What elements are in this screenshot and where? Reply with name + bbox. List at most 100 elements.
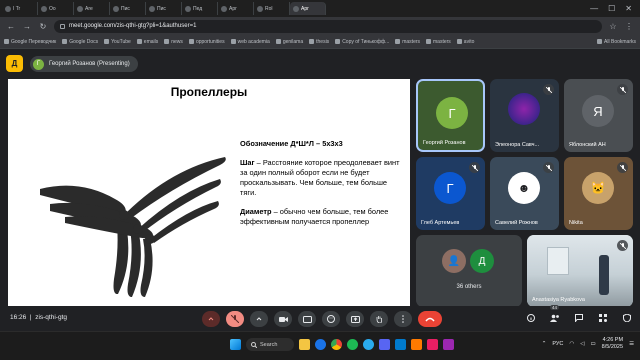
bookmark-item[interactable]: avito [456, 39, 474, 45]
browser-tab[interactable]: Apr [218, 2, 254, 15]
windows-start-icon[interactable] [230, 339, 241, 350]
step-text: – Расстояние которое преодолевает винт з… [240, 158, 400, 197]
bookmark-icon [395, 39, 401, 44]
presenter-label: Георгий Розанов (Presenting) [49, 61, 130, 67]
wifi-icon[interactable]: ◠ [569, 341, 574, 347]
bookmark-item[interactable]: news [164, 39, 183, 45]
reactions-button[interactable] [322, 311, 340, 327]
clock[interactable]: 4:26 PM 8/5/2025 [602, 337, 623, 351]
search-icon [251, 341, 257, 348]
spotify-icon[interactable] [347, 339, 358, 350]
meeting-code: zis-qthi-gtg [35, 314, 67, 321]
slide-title: Пропеллеры [170, 85, 248, 99]
side-panel-controls: 44 [524, 305, 634, 325]
taskbar-search[interactable]: Search [246, 338, 294, 351]
browser-tab[interactable]: Oo [38, 2, 74, 15]
browser-tab[interactable]: I Tr [2, 2, 38, 15]
activities-icon[interactable] [596, 311, 610, 325]
participant-name: Глеб Артемьев [421, 220, 460, 226]
participant-tile[interactable]: Я Яблонский АН [564, 79, 633, 152]
participant-tile[interactable]: Anastasiya Ryabkova [527, 235, 633, 307]
bookmark-icon [104, 39, 110, 44]
present-button[interactable] [346, 311, 364, 327]
chrome-icon[interactable] [331, 339, 342, 350]
info-icon[interactable] [524, 311, 538, 325]
host-controls-icon[interactable] [620, 311, 634, 325]
slide-text: Обозначение Д*Ш*Л – 5х3х3 Шаг – Расстоян… [240, 139, 400, 236]
browser-tab[interactable]: Rol [254, 2, 290, 15]
app-icon[interactable] [379, 339, 390, 350]
bookmark-item[interactable]: YouTube [104, 39, 131, 45]
more-options-button[interactable] [394, 311, 412, 327]
bookmark-item[interactable]: thesis [309, 39, 329, 45]
participant-tile[interactable]: ☻ Савелий Рожнов [490, 157, 559, 230]
maximize-icon[interactable]: ☐ [608, 4, 615, 13]
notification-icon[interactable]: ☰ [629, 341, 634, 347]
file-explorer-icon[interactable] [299, 339, 310, 350]
raise-hand-button[interactable] [370, 311, 388, 327]
participant-tile[interactable]: Г Георгий Розанов [416, 79, 485, 152]
back-icon[interactable]: ← [6, 22, 16, 31]
mic-options-button[interactable] [202, 311, 220, 327]
diameter-term: Диаметр [240, 207, 272, 216]
participant-tile[interactable]: Элеонора Савч... [490, 79, 559, 152]
browser-tab[interactable]: Пед [182, 2, 218, 15]
muted-icon [617, 162, 628, 173]
app-icon[interactable] [443, 339, 454, 350]
tab-favicon-icon [257, 5, 263, 12]
telegram-icon[interactable] [363, 339, 374, 350]
browser-tab[interactable]: Пис [146, 2, 182, 15]
close-icon[interactable]: ✕ [625, 4, 632, 13]
bookmark-item[interactable]: Google Docs [62, 39, 98, 45]
muted-icon [617, 240, 628, 251]
tray-chevron-icon[interactable]: ⌃ [542, 341, 547, 347]
meet-stage: Д Г Георгий Розанов (Presenting) Пропелл… [0, 49, 640, 331]
leave-call-button[interactable] [418, 311, 442, 327]
participant-grid: Г Георгий Розанов Элеонора Савч... Я Ябл… [416, 79, 634, 307]
browser-app-icon[interactable] [315, 339, 326, 350]
camera-options-button[interactable] [250, 311, 268, 327]
captions-button[interactable] [298, 311, 316, 327]
language-indicator[interactable]: РУС [552, 341, 563, 347]
forward-icon[interactable]: → [22, 22, 32, 31]
code-icon[interactable] [395, 339, 406, 350]
bookmark-star-icon[interactable]: ☆ [608, 22, 618, 31]
meet-logo: Д [6, 55, 23, 72]
volume-icon[interactable]: ◁ [580, 341, 584, 347]
browser-tab[interactable]: Apr [290, 2, 326, 15]
browser-tab[interactable]: Пис [110, 2, 146, 15]
site-info-icon[interactable] [60, 23, 65, 29]
battery-icon[interactable]: ▭ [590, 341, 595, 347]
bookmark-item[interactable]: masters [426, 39, 451, 45]
bookmark-item[interactable]: opportunities [188, 39, 225, 45]
participant-tile[interactable]: 🐱 Nikita [564, 157, 633, 230]
chat-icon[interactable] [572, 311, 586, 325]
bookmark-item[interactable]: masters [395, 39, 420, 45]
reload-icon[interactable]: ↻ [38, 22, 48, 31]
participant-tile[interactable]: Г Глеб Артемьев [416, 157, 485, 230]
bookmark-item[interactable]: genilama [275, 39, 303, 45]
bookmark-item[interactable]: emails [136, 39, 158, 45]
menu-icon[interactable]: ⋮ [624, 22, 634, 31]
tab-favicon-icon [5, 5, 11, 12]
tab-favicon-icon [185, 5, 191, 12]
camera-toggle-button[interactable] [274, 311, 292, 327]
presentation-slide: Пропеллеры Обозначение Д*Ш*Л – 5х3х3 Шаг… [8, 79, 410, 306]
app-icon[interactable] [411, 339, 422, 350]
url-field[interactable]: meet.google.com/zis-qthi-gtg?pli=1&authu… [54, 19, 602, 33]
others-tile[interactable]: 👤 Д 36 others [416, 235, 522, 307]
minimize-icon[interactable]: — [590, 4, 598, 13]
bookmark-item[interactable]: Copy of Тинькофф... [335, 39, 389, 45]
tab-favicon-icon [41, 5, 47, 12]
bookmark-item[interactable]: Google Переводчик [4, 39, 56, 45]
muted-icon [543, 84, 554, 95]
app-icon[interactable] [427, 339, 438, 350]
presenting-chip[interactable]: Г Георгий Розанов (Presenting) [30, 56, 138, 72]
people-icon[interactable]: 44 [548, 305, 562, 325]
all-bookmarks[interactable]: All Bookmarks [597, 39, 636, 45]
browser-tab[interactable]: Are [74, 2, 110, 15]
mic-toggle-button[interactable] [226, 311, 244, 327]
address-bar: ← → ↻ meet.google.com/zis-qthi-gtg?pli=1… [0, 17, 640, 35]
bookmark-item[interactable]: web academia [230, 39, 270, 45]
people-count: 44 [550, 305, 560, 310]
